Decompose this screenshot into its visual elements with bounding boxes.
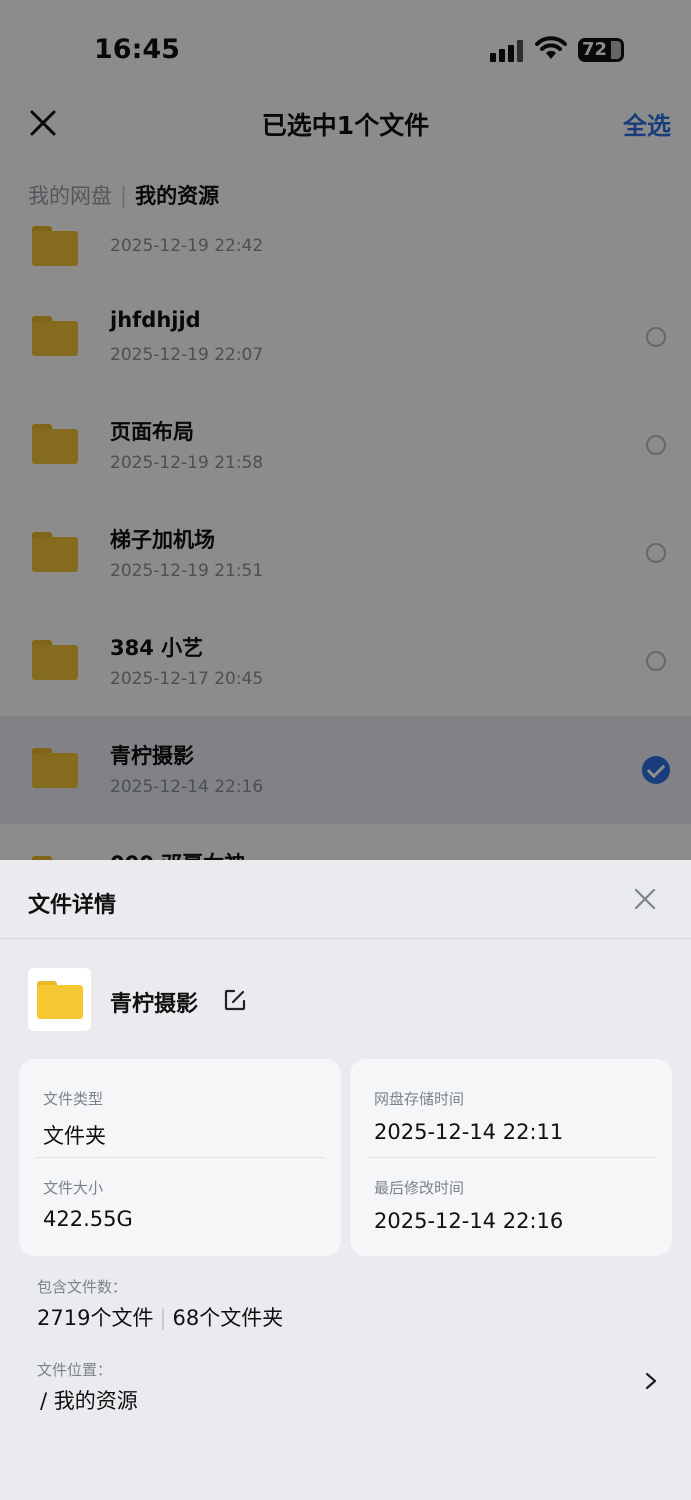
location-value[interactable]: / 我的资源 — [40, 1385, 138, 1415]
file-type-value: 文件夹 — [43, 1124, 106, 1148]
stored-time-value: 2025-12-14 22:11 — [374, 1120, 564, 1144]
contains-label: 包含文件数： — [37, 1278, 128, 1296]
file-type-label: 文件类型 — [43, 1090, 104, 1108]
type-size-card: 文件类型 文件夹 文件大小 422.55G — [19, 1059, 341, 1256]
folders-count: 68个文件夹 — [172, 1306, 284, 1330]
divider — [0, 938, 691, 939]
divider — [35, 1157, 325, 1158]
divider — [366, 1157, 656, 1158]
sheet-title: 文件详情 — [28, 893, 117, 918]
chevron-right-icon[interactable] — [644, 1371, 658, 1391]
close-icon[interactable] — [634, 888, 656, 910]
file-size-value: 422.55G — [43, 1207, 133, 1231]
files-count: 2719个文件 — [37, 1306, 154, 1330]
folder-icon — [28, 968, 91, 1031]
file-size-label: 文件大小 — [43, 1179, 104, 1197]
file-detail-sheet: 文件详情 青柠摄影 文件类型 文件夹 文件大小 422.55G 网盘存储时间 2… — [0, 860, 691, 1500]
separator: | — [159, 1306, 167, 1330]
stored-time-label: 网盘存储时间 — [374, 1090, 465, 1108]
edit-icon[interactable] — [223, 988, 247, 1012]
modified-time-value: 2025-12-14 22:16 — [374, 1209, 564, 1233]
contains-value: 2719个文件 | 68个文件夹 — [37, 1302, 283, 1332]
modified-time-label: 最后修改时间 — [374, 1179, 465, 1197]
location-label: 文件位置： — [37, 1361, 113, 1379]
file-name: 青柠摄影 — [110, 992, 199, 1017]
time-card: 网盘存储时间 2025-12-14 22:11 最后修改时间 2025-12-1… — [350, 1059, 672, 1256]
